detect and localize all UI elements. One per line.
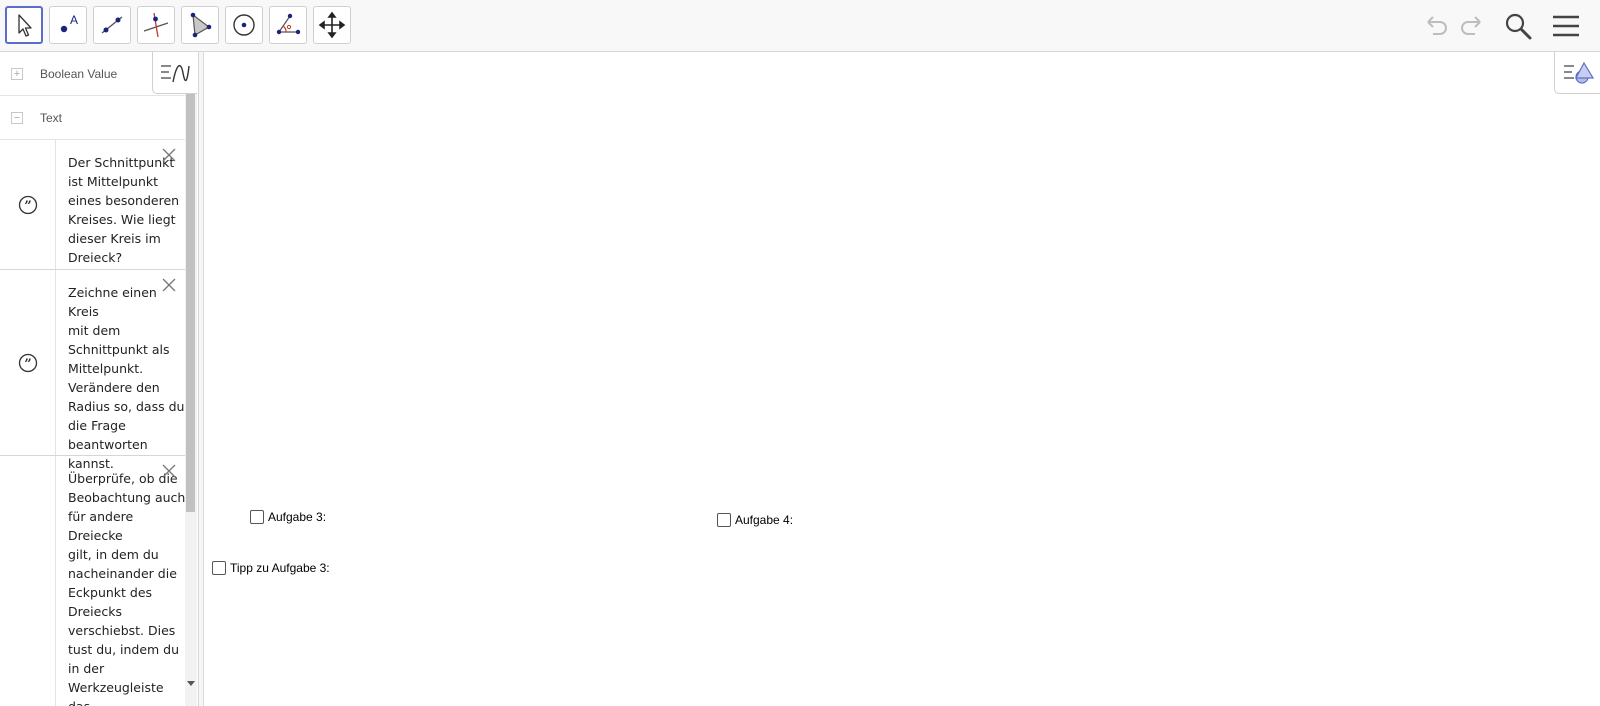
algebra-item[interactable]: ” Der Schnittpunkt ist Mittelpunkt eines… (0, 140, 185, 270)
checkbox-box[interactable] (717, 513, 731, 527)
point-tool[interactable]: A (49, 6, 87, 44)
collapse-toggle[interactable]: − (11, 112, 23, 124)
expand-toggle[interactable]: + (11, 68, 23, 80)
segment-icon (101, 16, 123, 34)
search-button[interactable] (1500, 8, 1536, 44)
scrollbar-thumb[interactable] (186, 94, 195, 512)
circle-icon (233, 14, 255, 36)
algebra-item[interactable]: ” Zeichne einen Kreis mit dem Schnittpun… (0, 270, 185, 471)
checkbox-tipp-aufgabe-3[interactable]: Tipp zu Aufgabe 3: (212, 561, 330, 575)
graph-style-icon (161, 64, 190, 82)
group-label: Boolean Value (40, 67, 118, 81)
checkbox-box[interactable] (250, 510, 264, 524)
visibility-toggle[interactable]: ” (0, 270, 56, 455)
checkbox-label: Aufgabe 3: (268, 510, 327, 524)
group-text[interactable]: − Text (0, 96, 185, 140)
group-label: Text (40, 111, 63, 125)
redo-icon (1461, 16, 1481, 35)
checkbox-box[interactable] (212, 561, 226, 575)
toolbar: A (0, 0, 1600, 52)
geometry-style-icon (1563, 61, 1594, 84)
delete-icon[interactable] (161, 463, 177, 479)
checkbox-aufgabe-4[interactable]: Aufgabe 4: (717, 513, 793, 527)
algebra-view: + Boolean Value − Text ” Der Schnittpunk… (0, 52, 199, 706)
checkbox-aufgabe-3[interactable]: Aufgabe 3: (250, 510, 326, 524)
main-menu-button[interactable] (1548, 8, 1584, 44)
perpendicular-line-tool[interactable] (137, 6, 175, 44)
circle-center-point-tool[interactable] (225, 6, 263, 44)
move-graphics-view-tool[interactable] (313, 6, 351, 44)
angle-icon (276, 13, 301, 35)
scroll-down-arrow-icon[interactable] (186, 678, 196, 688)
panel-divider[interactable] (199, 52, 204, 706)
graphics-view[interactable]: Aufgabe 3: Aufgabe 4: Tipp zu Aufgabe 3: (205, 52, 1600, 706)
quote-icon: ” (18, 195, 38, 214)
text-item-content[interactable]: Zeichne einen Kreis mit dem Schnittpunkt… (68, 283, 188, 473)
delete-icon[interactable] (161, 147, 177, 163)
undo-button[interactable] (1418, 8, 1454, 44)
move-arrows-icon (318, 11, 346, 39)
point-icon: A (60, 13, 78, 33)
segment-tool[interactable] (93, 6, 131, 44)
perpendicular-line-icon (143, 12, 169, 38)
angle-tool[interactable] (269, 6, 307, 44)
text-item-content[interactable]: Überprüfe, ob die Beobachtung auch für a… (68, 469, 188, 706)
algebra-style-bar-button[interactable] (152, 52, 197, 94)
menu-icon (1553, 15, 1579, 37)
visibility-toggle[interactable] (0, 456, 56, 706)
quote-icon: ” (18, 353, 38, 372)
search-icon (1505, 13, 1532, 40)
svg-text:”: ” (24, 199, 31, 214)
checkbox-label: Tipp zu Aufgabe 3: (230, 561, 330, 575)
graphics-style-bar-button[interactable] (1554, 52, 1600, 94)
svg-text:”: ” (24, 357, 31, 372)
move-tool[interactable] (5, 6, 43, 44)
undo-icon (1427, 16, 1447, 35)
svg-text:A: A (70, 13, 78, 27)
arrow-cursor-icon (18, 14, 32, 37)
algebra-item[interactable]: Überprüfe, ob die Beobachtung auch für a… (0, 456, 185, 706)
polygon-tool[interactable] (181, 6, 219, 44)
checkbox-label: Aufgabe 4: (735, 513, 794, 527)
polygon-icon (190, 12, 212, 38)
delete-icon[interactable] (161, 277, 177, 293)
text-item-content[interactable]: Der Schnittpunkt ist Mittelpunkt eines b… (68, 153, 188, 267)
redo-button[interactable] (1454, 8, 1490, 44)
visibility-toggle[interactable]: ” (0, 140, 56, 269)
